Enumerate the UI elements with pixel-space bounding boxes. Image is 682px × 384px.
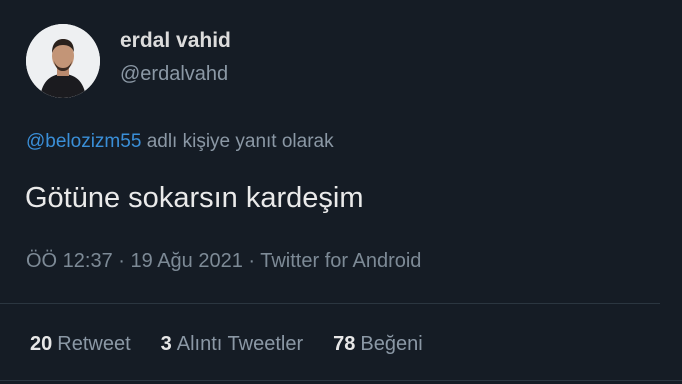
tweet-stats: 20 Retweet 3 Alıntı Tweetler 78 Beğeni xyxy=(30,333,453,356)
divider xyxy=(0,303,660,304)
like-label: Beğeni xyxy=(360,333,423,355)
retweet-label: Retweet xyxy=(57,333,131,355)
quote-stat[interactable]: 3 Alıntı Tweetler xyxy=(161,333,303,356)
user-names: erdal vahid @erdalvahd xyxy=(120,29,231,86)
reply-context: @belozizm55 adlı kişiye yanıt olarak xyxy=(26,131,334,153)
tweet-meta[interactable]: ÖÖ 12:37 · 19 Ağu 2021 · Twitter for And… xyxy=(26,250,421,273)
avatar[interactable] xyxy=(26,24,100,98)
quote-count: 3 xyxy=(160,333,172,355)
like-stat[interactable]: 78 Beğeni xyxy=(333,333,423,356)
tweet-card: erdal vahid @erdalvahd @belozizm55 adlı … xyxy=(0,0,682,384)
reply-mention-link[interactable]: @belozizm55 xyxy=(26,131,141,152)
user-handle[interactable]: @erdalvahd xyxy=(120,63,231,86)
retweet-count: 20 xyxy=(30,333,53,355)
retweet-stat[interactable]: 20 Retweet xyxy=(30,333,131,356)
bottom-divider xyxy=(0,380,682,381)
like-count: 78 xyxy=(333,333,356,355)
tweet-text: Götüne sokarsın kardeşim xyxy=(25,182,364,214)
quote-label: Alıntı Tweetler xyxy=(176,333,304,355)
tweet-header: erdal vahid @erdalvahd xyxy=(26,24,231,98)
person-avatar-icon xyxy=(26,24,100,98)
display-name[interactable]: erdal vahid xyxy=(120,29,231,53)
reply-suffix: adlı kişiye yanıt olarak xyxy=(146,131,334,152)
